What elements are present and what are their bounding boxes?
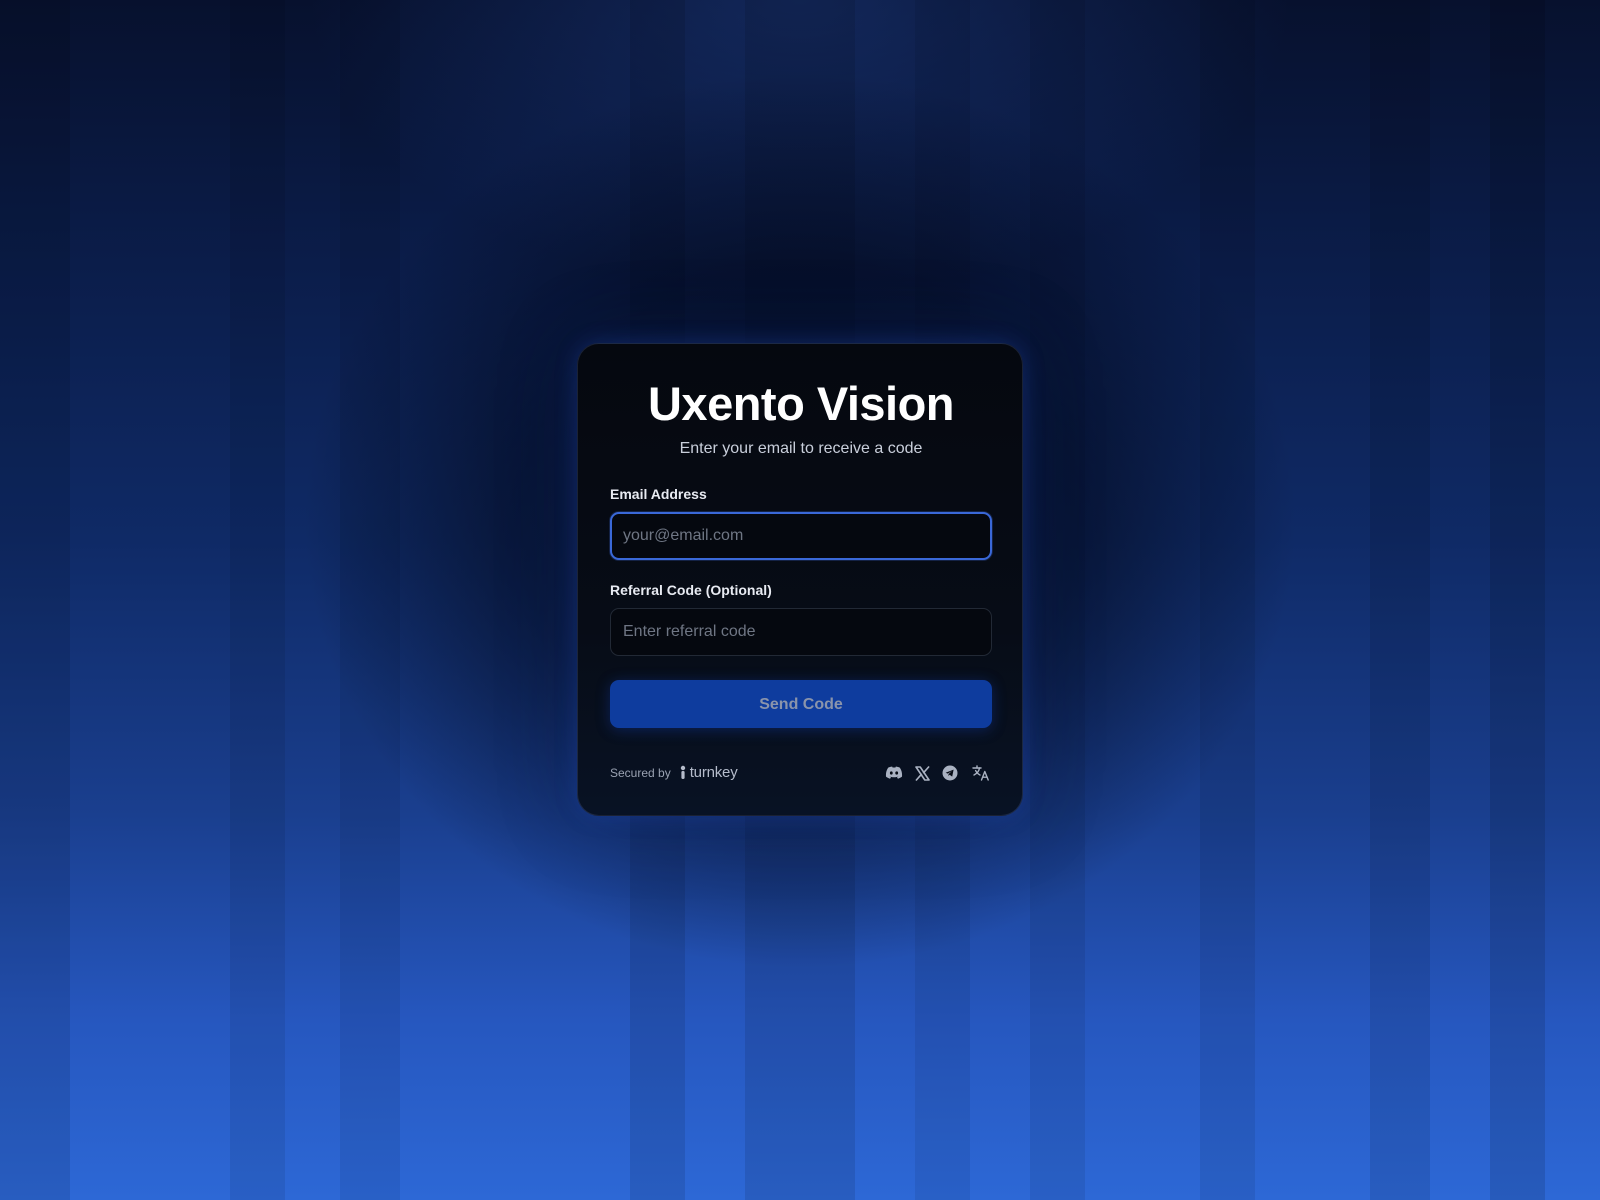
translate-icon[interactable] bbox=[970, 762, 992, 784]
x-icon[interactable] bbox=[911, 762, 933, 784]
discord-icon[interactable] bbox=[883, 762, 905, 784]
login-card: Uxento Vision Enter your email to receiv… bbox=[577, 343, 1023, 816]
app-subtitle: Enter your email to receive a code bbox=[679, 440, 923, 457]
email-label: Email Address bbox=[610, 486, 707, 502]
secured-by-badge: Secured by turnkey bbox=[610, 763, 738, 783]
email-input[interactable] bbox=[610, 512, 992, 560]
referral-code-input[interactable] bbox=[610, 608, 992, 656]
referral-label: Referral Code (Optional) bbox=[610, 582, 772, 598]
app-title: Uxento Vision bbox=[647, 377, 955, 430]
secured-by-text: Secured by bbox=[610, 766, 671, 780]
turnkey-name: turnkey bbox=[689, 764, 738, 781]
telegram-icon[interactable] bbox=[939, 762, 961, 784]
turnkey-logo-icon bbox=[679, 765, 687, 781]
send-code-button[interactable]: Send Code bbox=[610, 680, 992, 728]
